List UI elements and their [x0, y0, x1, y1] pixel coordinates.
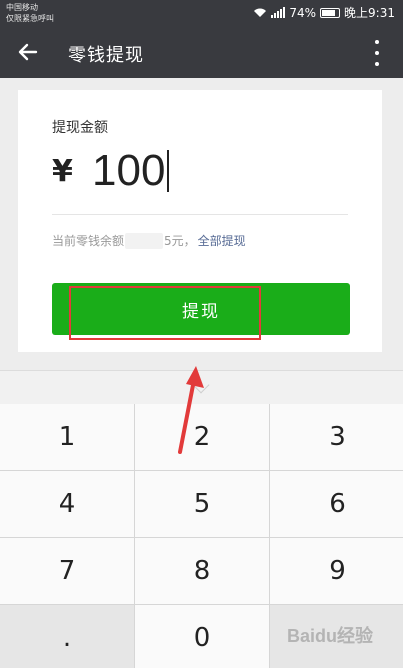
more-options-icon[interactable] — [373, 40, 381, 66]
status-bar: 中国移动 仅限紧急呼叫 74% 晚上9:31 — [0, 0, 403, 28]
battery-percent: 74% — [289, 5, 317, 20]
amount-value: 100 — [92, 146, 166, 195]
battery-icon — [320, 7, 341, 18]
carrier-info: 中国移动 仅限紧急呼叫 — [6, 2, 54, 24]
emergency-only: 仅限紧急呼叫 — [6, 14, 54, 23]
balance-suffix: 5元， — [164, 234, 196, 248]
key-dot[interactable]: . — [0, 605, 134, 668]
key-9[interactable]: 9 — [270, 538, 403, 604]
key-3[interactable]: 3 — [270, 404, 403, 470]
highlight-box — [69, 286, 261, 340]
wifi-icon — [254, 8, 267, 17]
balance-blurred — [125, 232, 164, 249]
carrier-name: 中国移动 — [6, 3, 38, 12]
page-title: 零钱提现 — [68, 45, 144, 66]
balance-info: 当前零钱余额 5元， 全部提现 — [52, 232, 246, 249]
key-1[interactable]: 1 — [0, 404, 134, 470]
key-8[interactable]: 8 — [135, 538, 269, 604]
amount-label: 提现金额 — [52, 120, 108, 136]
currency-symbol: ¥ — [52, 154, 73, 189]
app-bar: 零钱提现 — [0, 28, 403, 78]
baidu-watermark: Baidu经验 — [286, 626, 373, 646]
divider — [52, 214, 348, 215]
signal-icon — [271, 7, 286, 18]
annotation-arrow-icon — [178, 366, 204, 454]
key-4[interactable]: 4 — [0, 471, 134, 537]
back-arrow-icon[interactable] — [14, 38, 42, 66]
text-cursor — [167, 150, 170, 192]
key-7[interactable]: 7 — [0, 538, 134, 604]
clock: 晚上9:31 — [344, 6, 395, 20]
key-0[interactable]: 0 — [135, 605, 269, 668]
key-5[interactable]: 5 — [135, 471, 269, 537]
status-icons: 74% 晚上9:31 — [253, 4, 395, 21]
key-6[interactable]: 6 — [270, 471, 403, 537]
balance-prefix: 当前零钱余额 — [52, 234, 125, 248]
withdraw-all-link[interactable]: 全部提现 — [198, 232, 246, 249]
amount-input[interactable]: 100 — [92, 146, 170, 196]
